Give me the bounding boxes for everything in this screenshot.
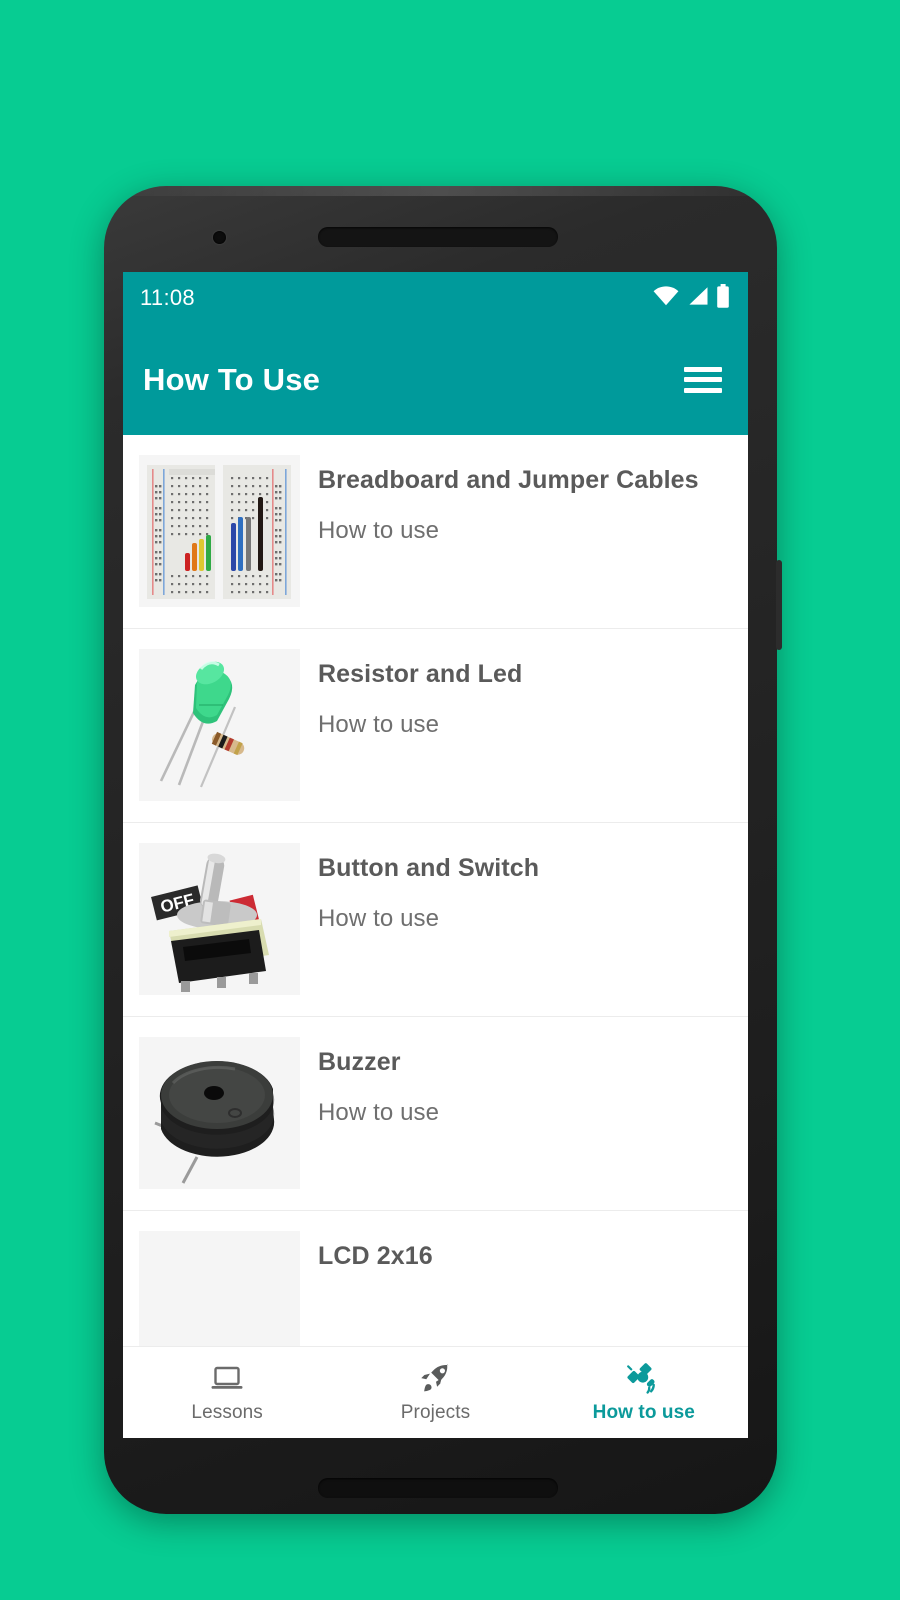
laptop-icon: [210, 1362, 244, 1396]
app-bar: How To Use: [123, 324, 748, 435]
how-to-use-list[interactable]: Breadboard and Jumper Cables How to use: [123, 435, 748, 1346]
bottom-speaker-grille-icon: [318, 1478, 558, 1498]
list-item-title: LCD 2x16: [318, 1242, 433, 1270]
nav-label: Projects: [400, 1401, 471, 1423]
list-item[interactable]: Breadboard and Jumper Cables How to use: [123, 435, 748, 629]
phone-screen: 11:08 How To Use Breadboard and Jumper C…: [123, 272, 748, 1438]
nav-label: How to use: [592, 1401, 695, 1423]
signal-icon: [686, 286, 709, 311]
list-item-title: Breadboard and Jumper Cables: [318, 466, 699, 494]
list-item-subtitle: How to use: [318, 516, 440, 544]
list-item-subtitle: How to use: [318, 1098, 440, 1126]
nav-item-projects[interactable]: Projects: [331, 1347, 539, 1438]
menu-line: [684, 377, 722, 382]
toggle-switch-image: OFF ON: [139, 843, 300, 995]
resistor-led-image: [139, 649, 300, 801]
hamburger-menu-icon[interactable]: [684, 363, 726, 397]
camera-dot-icon: [213, 231, 226, 244]
satellite-icon: [626, 1362, 661, 1396]
list-item-text: LCD 2x16: [318, 1231, 730, 1293]
list-item-text: Resistor and Led How to use: [318, 649, 730, 739]
list-item[interactable]: Resistor and Led How to use: [123, 629, 748, 823]
rocket-icon: [419, 1362, 451, 1396]
list-item-title: Buzzer: [318, 1048, 401, 1076]
menu-line: [684, 387, 722, 393]
breadboard-jumper-cables-image: [139, 455, 300, 607]
wifi-icon: [653, 285, 679, 311]
status-time: 11:08: [140, 285, 195, 310]
list-item-text: Breadboard and Jumper Cables How to use: [318, 455, 730, 545]
menu-line: [684, 366, 722, 372]
bottom-navigation-bar: Lessons Projects How to use: [123, 1346, 748, 1438]
list-item-text: Buzzer How to use: [318, 1037, 730, 1127]
nav-item-lessons[interactable]: Lessons: [123, 1347, 331, 1438]
list-item-title: Button and Switch: [318, 854, 540, 882]
list-item[interactable]: Buzzer How to use: [123, 1017, 748, 1211]
page-title: How To Use: [143, 361, 321, 397]
battery-icon: [716, 283, 730, 313]
list-item-text: Button and Switch How to use: [318, 843, 730, 933]
list-item[interactable]: OFF ON: [123, 823, 748, 1017]
buzzer-image: [139, 1037, 300, 1189]
list-item-subtitle: How to use: [318, 710, 440, 738]
status-icons: [653, 283, 730, 313]
power-button[interactable]: [776, 560, 782, 650]
speaker-grille-icon: [318, 227, 558, 247]
phone-bezel-highlight: [104, 186, 777, 196]
lcd-image: [139, 1231, 300, 1346]
list-item-subtitle: How to use: [318, 904, 440, 932]
status-bar: 11:08: [123, 272, 748, 324]
list-item-title: Resistor and Led: [318, 660, 523, 688]
list-item[interactable]: LCD 2x16: [123, 1211, 748, 1346]
nav-label: Lessons: [191, 1401, 263, 1423]
nav-item-how-to-use[interactable]: How to use: [540, 1347, 748, 1438]
